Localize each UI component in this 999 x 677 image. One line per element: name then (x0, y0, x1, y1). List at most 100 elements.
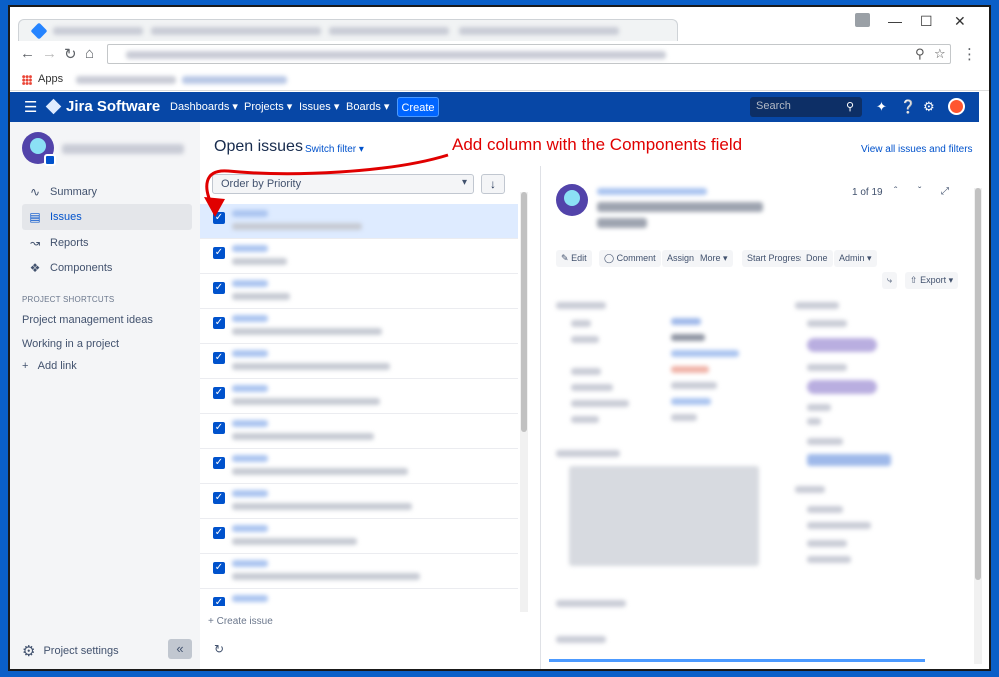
checkbox-checked-icon[interactable]: ✓ (213, 282, 225, 294)
export-button[interactable]: ⇧ Export ▾ (905, 272, 959, 289)
project-name-blurred[interactable] (62, 144, 184, 154)
home-icon[interactable]: ⌂ (85, 45, 94, 62)
view-all-issues-link[interactable]: View all issues and filters (861, 144, 973, 155)
project-settings-link[interactable]: ⚙ Project settings (22, 642, 119, 660)
add-link-button[interactable]: + Add link (22, 360, 77, 372)
share-icon[interactable]: ⤷ (882, 272, 898, 289)
user-avatar[interactable] (948, 98, 965, 115)
zoom-icon[interactable]: ⚲ (915, 46, 925, 62)
table-row[interactable]: ✓ (200, 484, 518, 519)
back-icon[interactable]: ← (20, 45, 35, 62)
field-value-blurred (807, 556, 851, 563)
issue-title-blurred (597, 202, 763, 212)
forward-icon[interactable]: → (42, 45, 57, 62)
checkbox-checked-icon[interactable]: ✓ (213, 457, 225, 469)
expand-icon[interactable]: ⤢ (941, 186, 949, 197)
create-button[interactable]: Create (397, 97, 439, 117)
issue-summary-blurred (232, 398, 380, 405)
table-row[interactable]: ✓ (200, 554, 518, 589)
sidebar-item-components[interactable]: ❖ Components (22, 255, 192, 281)
nav-projects[interactable]: Projects ▾ (244, 100, 292, 113)
issue-key-blurred (232, 420, 268, 427)
browser-menu-icon[interactable]: ⋮ (962, 45, 977, 63)
bookmark-blurred[interactable] (76, 76, 176, 84)
search-input[interactable]: Search ⚲ (750, 97, 862, 117)
issue-summary-blurred (232, 468, 408, 475)
checkbox-checked-icon[interactable]: ✓ (213, 247, 225, 259)
jira-favicon-icon (30, 22, 48, 40)
detail-scrollbar[interactable] (974, 188, 982, 664)
tab-title-blurred (53, 27, 143, 35)
more-button[interactable]: More ▾ (695, 250, 733, 267)
address-bar[interactable]: ⚲ ☆ (107, 44, 951, 64)
field-value-blurred (671, 398, 711, 405)
field-label-blurred (807, 320, 847, 327)
start-progress-button[interactable]: Start Progress (742, 250, 810, 267)
table-row[interactable]: ✓ (200, 274, 518, 309)
assign-button[interactable]: Assign (662, 250, 700, 267)
close-icon[interactable]: ✕ (954, 13, 966, 30)
field-value-blurred (671, 334, 705, 341)
sidebar-item-reports[interactable]: ↝ Reports (22, 230, 192, 256)
table-row[interactable]: ✓ (200, 309, 518, 344)
refresh-icon[interactable]: ↻ (214, 642, 224, 656)
shortcut-link[interactable]: Project management ideas (22, 314, 153, 326)
table-row[interactable]: ✓ (200, 379, 518, 414)
checkbox-checked-icon[interactable]: ✓ (213, 387, 225, 399)
checkbox-checked-icon[interactable]: ✓ (213, 527, 225, 539)
apps-grid-icon[interactable] (22, 75, 32, 85)
issue-summary-blurred (232, 538, 357, 545)
field-label-blurred (807, 540, 847, 547)
table-row[interactable]: ✓ (200, 239, 518, 274)
sidebar-item-summary[interactable]: ∿ Summary (22, 179, 192, 205)
notifications-icon[interactable]: ✦ (876, 99, 887, 115)
collapse-sidebar-button[interactable]: « (168, 639, 192, 659)
browser-toolbar: ← → ↻ ⌂ ⚲ ☆ ⋮ (10, 41, 989, 67)
reload-icon[interactable]: ↻ (64, 45, 77, 63)
checkbox-checked-icon[interactable]: ✓ (213, 317, 225, 329)
checkbox-checked-icon[interactable]: ✓ (213, 422, 225, 434)
table-row[interactable]: ✓ (200, 449, 518, 484)
chevron-down-icon[interactable]: ˇ (918, 186, 921, 197)
comment-button[interactable]: ◯ Comment (599, 250, 661, 267)
browser-tab[interactable] (18, 19, 678, 41)
sort-direction-button[interactable]: ↓ (481, 174, 505, 194)
checkbox-checked-icon[interactable]: ✓ (213, 352, 225, 364)
settings-gear-icon[interactable]: ⚙ (923, 99, 935, 115)
bookmark-star-icon[interactable]: ☆ (934, 46, 946, 62)
admin-button[interactable]: Admin ▾ (834, 250, 877, 267)
table-row[interactable]: ✓ (200, 519, 518, 554)
bookmark-blurred[interactable] (182, 76, 287, 84)
issue-summary-blurred (232, 258, 287, 265)
create-issue-button[interactable]: + Create issue (208, 616, 273, 627)
issue-list-scrollbar[interactable] (520, 192, 528, 612)
sidebar-item-issues[interactable]: ▤ Issues (22, 204, 192, 230)
nav-dashboards[interactable]: Dashboards ▾ (170, 100, 238, 113)
table-row[interactable]: ✓ (200, 414, 518, 449)
maximize-icon[interactable]: ☐ (920, 13, 933, 30)
chevron-up-icon[interactable]: ˆ (894, 186, 897, 197)
scroll-thumb[interactable] (521, 192, 527, 432)
table-row[interactable]: ✓ (200, 344, 518, 379)
scroll-thumb[interactable] (975, 188, 981, 580)
help-icon[interactable]: ❔ (900, 99, 916, 115)
apps-label[interactable]: Apps (38, 73, 63, 85)
edit-button[interactable]: ✎ Edit (556, 250, 592, 267)
nav-issues[interactable]: Issues ▾ (299, 100, 339, 113)
issue-key-blurred (232, 560, 268, 567)
shortcut-link[interactable]: Working in a project (22, 338, 119, 350)
checkbox-checked-icon[interactable]: ✓ (213, 597, 225, 606)
minimize-icon[interactable]: — (888, 13, 902, 29)
checkbox-checked-icon[interactable]: ✓ (213, 562, 225, 574)
issue-breadcrumb-blurred[interactable] (597, 188, 707, 195)
done-button[interactable]: Done (801, 250, 833, 267)
activity-heading-blurred (556, 636, 606, 643)
product-name[interactable]: Jira Software (66, 98, 160, 115)
app-switcher-icon[interactable]: ☰ (24, 98, 37, 116)
tab-title-blurred (459, 27, 619, 35)
project-avatar[interactable] (22, 132, 56, 166)
account-icon[interactable] (855, 13, 870, 27)
checkbox-checked-icon[interactable]: ✓ (213, 492, 225, 504)
table-row[interactable]: ✓ (200, 589, 518, 606)
nav-boards[interactable]: Boards ▾ (346, 100, 389, 113)
